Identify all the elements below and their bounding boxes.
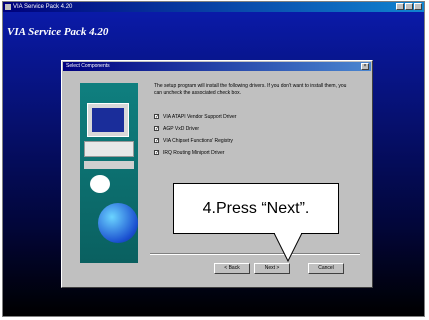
cancel-button[interactable]: Cancel <box>308 263 344 274</box>
back-button[interactable]: < Back <box>214 263 250 274</box>
option-label: VIA ATAPI Vendor Support Driver <box>163 114 237 120</box>
dialog-titlebar: Select Components × <box>63 62 371 71</box>
installer-window: VIA Service Pack 4.20 VIA Service Pack 4… <box>2 1 425 317</box>
product-heading: VIA Service Pack 4.20 <box>7 26 109 38</box>
keyboard-icon <box>84 161 134 169</box>
dialog-title: Select Components <box>66 63 110 69</box>
checkbox[interactable]: ✓ <box>154 114 159 120</box>
minimize-button[interactable] <box>396 3 404 10</box>
close-button[interactable] <box>414 3 422 10</box>
callout-pointer-icon <box>273 233 303 263</box>
checkbox[interactable]: ✓ <box>154 126 159 132</box>
window-titlebar: VIA Service Pack 4.20 <box>3 2 424 12</box>
option-via-chipset-registry[interactable]: ✓ VIA Chipset Functions' Registry <box>154 137 233 145</box>
window-title: VIA Service Pack 4.20 <box>13 4 73 10</box>
computer-artwork <box>80 83 138 263</box>
computer-case-icon <box>84 141 134 157</box>
window-controls <box>396 3 422 10</box>
globe-icon <box>98 203 138 243</box>
option-agp-vxd[interactable]: ✓ AGP VxD Driver <box>154 125 199 133</box>
monitor-icon <box>87 103 129 137</box>
next-button[interactable]: Next > <box>254 263 290 274</box>
option-label: AGP VxD Driver <box>163 126 200 132</box>
maximize-button[interactable] <box>405 3 413 10</box>
instruction-callout: 4.Press “Next”. <box>173 183 339 234</box>
dialog-intro-text: The setup program will install the follo… <box>154 83 347 96</box>
disc-icon <box>90 175 110 193</box>
setup-background: VIA Service Pack 4.20 Select Components … <box>3 12 424 316</box>
checkbox[interactable]: ✓ <box>154 138 159 144</box>
dialog-separator <box>150 253 360 255</box>
option-label: VIA Chipset Functions' Registry <box>163 138 233 144</box>
option-irq-routing[interactable]: ✓ IRQ Routing Miniport Driver <box>154 149 224 157</box>
callout-text: 4.Press “Next”. <box>202 199 310 217</box>
option-label: IRQ Routing Miniport Driver <box>163 150 225 156</box>
checkbox[interactable]: ✓ <box>154 150 159 156</box>
option-via-atapi[interactable]: ✓ VIA ATAPI Vendor Support Driver <box>154 113 236 121</box>
app-icon <box>5 4 11 10</box>
dialog-close-button[interactable]: × <box>361 63 369 70</box>
